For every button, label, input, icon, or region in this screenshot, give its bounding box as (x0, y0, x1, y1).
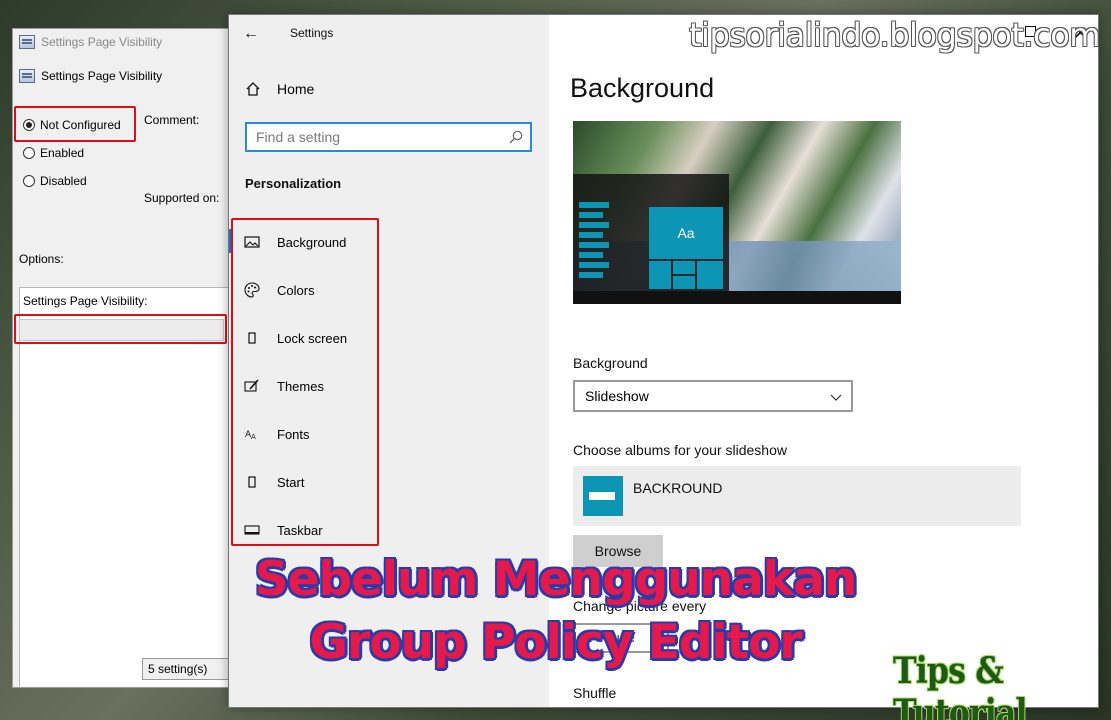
nav-selected-indicator (229, 229, 233, 253)
nav-item-label: Colors (277, 282, 315, 298)
start-icon (248, 476, 256, 488)
policy-icon (19, 35, 35, 49)
preview-taskbar (573, 291, 901, 304)
radio-disabled[interactable]: Disabled (23, 174, 87, 188)
nav-item-label: Start (277, 474, 305, 490)
radio-dot[interactable] (23, 175, 35, 187)
tips-tutorial-logo: Tips & Tutorial (893, 650, 1028, 720)
policy-icon (19, 69, 35, 83)
lock-screen-icon (248, 332, 256, 344)
section-heading: Personalization (245, 176, 342, 191)
watermark-url: tipsorialindo.blogspot.com (689, 16, 1100, 54)
radio-dot-selected[interactable] (23, 119, 35, 131)
radio-not-configured[interactable]: Not Configured (23, 118, 121, 132)
svg-text:A: A (251, 433, 256, 441)
home-icon (246, 82, 260, 96)
radio-label: Enabled (40, 146, 85, 160)
caption-line-1: Sebelum Menggunakan (254, 552, 858, 607)
preview-tile (673, 261, 695, 274)
nav-item-background[interactable]: Background (243, 222, 543, 262)
settings-page-visibility-input[interactable] (19, 319, 224, 341)
nav-item-colors[interactable]: Colors (243, 270, 543, 310)
radio-enabled[interactable]: Enabled (23, 146, 84, 160)
shuffle-label: Shuffle (573, 685, 617, 701)
album-name: BACKROUND (633, 480, 723, 496)
picture-icon (244, 236, 260, 248)
nav-item-label: Background (277, 234, 347, 250)
nav-item-taskbar[interactable]: Taskbar (243, 510, 543, 550)
supported-on-label: Supported on: (144, 191, 220, 205)
search-input[interactable] (247, 124, 497, 150)
preview-tile (649, 261, 671, 289)
nav-item-label: Themes (277, 378, 324, 394)
options-label: Options: (19, 252, 64, 266)
settings-window-title: Settings (290, 26, 334, 40)
background-select[interactable]: Slideshow (573, 380, 853, 412)
back-arrow-icon[interactable]: ← (243, 25, 259, 43)
nav-item-start[interactable]: Start (243, 462, 543, 502)
comment-label: Comment: (144, 113, 200, 127)
preview-tile-text: Aa (677, 225, 695, 241)
chevron-down-icon (830, 394, 842, 401)
preview-bar (579, 212, 603, 218)
gp-window-title-text: Settings Page Visibility (41, 35, 163, 49)
background-select-value: Slideshow (585, 388, 649, 404)
nav-item-themes[interactable]: Themes (243, 366, 543, 406)
nav-home-label: Home (277, 81, 315, 97)
taskbar-icon (244, 525, 260, 535)
nav-item-lock-screen[interactable]: Lock screen (243, 318, 543, 358)
radio-label: Not Configured (40, 118, 121, 132)
fonts-icon: AA (245, 430, 256, 441)
preview-bar (579, 222, 609, 228)
albums-label: Choose albums for your slideshow (573, 442, 787, 458)
gp-header-title: Settings Page Visibility (41, 69, 163, 83)
options-field-label: Settings Page Visibility: (23, 294, 148, 308)
preview-tile (697, 261, 723, 289)
nav-item-label: Taskbar (277, 522, 323, 538)
preview-tile (673, 276, 695, 289)
search-icon[interactable] (508, 129, 524, 145)
preview-bar (579, 272, 603, 278)
preview-bar (579, 232, 603, 238)
preview-bar (579, 202, 609, 208)
gp-window-title: Settings Page Visibility (19, 35, 162, 49)
radio-dot[interactable] (23, 147, 35, 159)
album-tile-icon (583, 476, 623, 516)
themes-brush-icon (244, 379, 259, 392)
radio-label: Disabled (40, 174, 87, 188)
palette-icon (244, 282, 260, 298)
gp-header: Settings Page Visibility (19, 69, 162, 83)
album-item[interactable]: BACKROUND (573, 466, 1021, 526)
preview-bar (579, 252, 603, 258)
preview-tile-large: Aa (649, 207, 723, 259)
preview-bar (579, 262, 609, 268)
background-preview: Aa (573, 121, 901, 304)
nav-home[interactable]: Home (245, 81, 314, 97)
preview-bar (579, 242, 609, 248)
page-title: Background (570, 73, 715, 103)
nav-item-label: Lock screen (277, 330, 348, 346)
nav-item-fonts[interactable]: AA Fonts (243, 414, 543, 454)
background-label: Background (573, 355, 648, 371)
search-box[interactable] (245, 122, 532, 152)
nav-item-label: Fonts (277, 426, 310, 442)
